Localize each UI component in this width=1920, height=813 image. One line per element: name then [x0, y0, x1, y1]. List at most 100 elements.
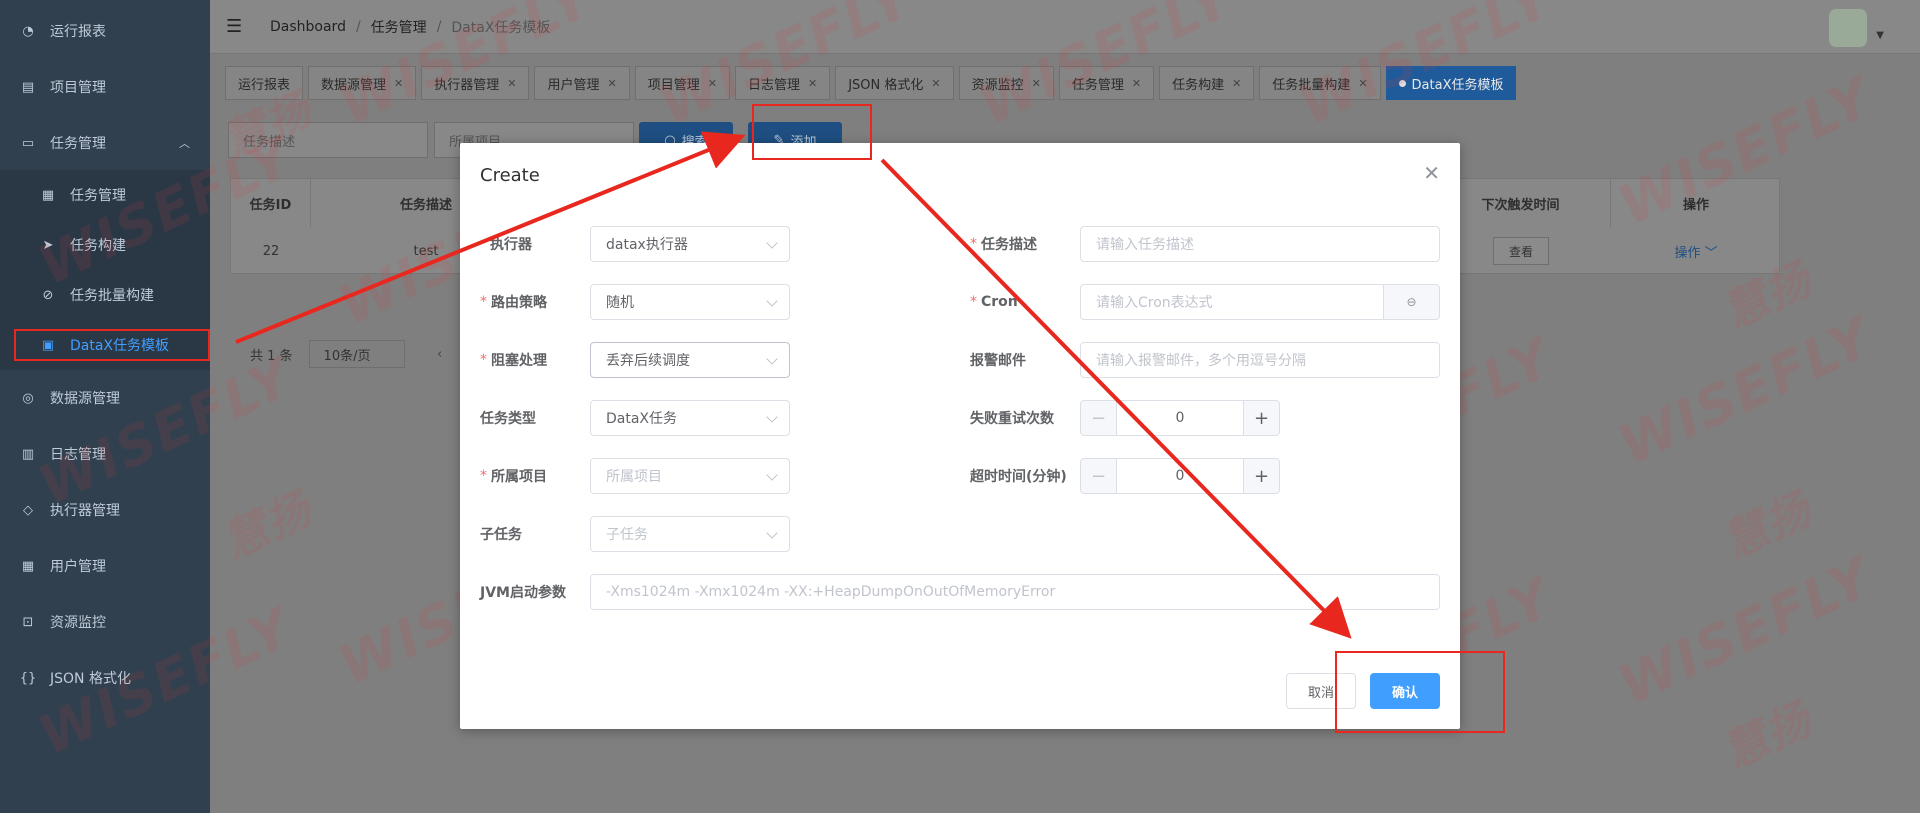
jvm-label: JVM启动参数: [480, 574, 566, 610]
jvm-input[interactable]: -Xms1024m -Xmx1024m -XX:+HeapDumpOnOutOf…: [590, 574, 1440, 610]
sidebar-item-datasource[interactable]: ◎ 数据源管理: [0, 370, 210, 426]
tag-resource[interactable]: 资源监控 ✕: [958, 66, 1054, 100]
tag-json[interactable]: JSON 格式化 ✕: [835, 66, 954, 100]
required-mark: *: [480, 294, 487, 310]
chevron-down-icon: [765, 526, 779, 540]
sidebar-item-user[interactable]: ▦ 用户管理: [0, 538, 210, 594]
label-text: 所属项目: [491, 469, 547, 485]
input-placeholder: -Xms1024m -Xmx1024m -XX:+HeapDumpOnOutOf…: [606, 584, 1056, 600]
minus-icon[interactable]: −: [1081, 401, 1117, 435]
sidebar-item-json[interactable]: {} JSON 格式化: [0, 650, 210, 706]
input-placeholder: 请输入任务描述: [1096, 237, 1194, 253]
label-text: 任务描述: [981, 237, 1037, 253]
op-dropdown[interactable]: 操作: [1674, 242, 1700, 261]
breadcrumb-item[interactable]: 任务管理: [371, 17, 427, 37]
desc-label: * 任务描述: [970, 226, 1037, 262]
tag-task-build[interactable]: 任务构建 ✕: [1159, 66, 1255, 100]
chevron-up-icon: ︿: [179, 137, 190, 150]
tag-label: 数据源管理: [321, 77, 387, 93]
view-button[interactable]: 查看: [1493, 237, 1549, 265]
sidebar-item-label: JSON 格式化: [50, 671, 131, 687]
close-icon[interactable]: ✕: [507, 77, 516, 90]
toggle-icon[interactable]: ⊖: [1383, 285, 1439, 319]
sidebar-item-executor[interactable]: ◇ 执行器管理: [0, 482, 210, 538]
user-grid-icon: ▦: [21, 558, 35, 574]
executor-label: 执行器: [490, 226, 532, 262]
breadcrumb-separator: /: [355, 18, 361, 35]
placeholder: 任务描述: [243, 134, 296, 150]
child-task-select[interactable]: 子任务: [590, 516, 790, 552]
task-type-select[interactable]: DataX任务: [590, 400, 790, 436]
sidebar-item-label: 任务批量构建: [70, 288, 154, 304]
close-icon[interactable]: ✕: [394, 77, 403, 90]
plus-icon[interactable]: +: [1243, 459, 1279, 493]
tag-datasource[interactable]: 数据源管理 ✕: [308, 66, 417, 100]
timeout-stepper[interactable]: − 0 +: [1080, 458, 1280, 494]
tag-log[interactable]: 日志管理 ✕: [734, 66, 831, 100]
annotation-box-add: [752, 104, 872, 160]
sidebar-item-report[interactable]: ◔ 运行报表: [0, 3, 210, 59]
close-icon[interactable]: ✕: [931, 77, 940, 90]
close-icon[interactable]: ✕: [608, 77, 617, 90]
minus-icon[interactable]: −: [1081, 459, 1117, 493]
create-dialog: Create ✕ 执行器 datax执行器 * 路由策略 随机 * 阻塞处理 丢弃后…: [460, 143, 1460, 729]
hamburger-icon[interactable]: ☰: [226, 16, 246, 37]
cron-input[interactable]: 请输入Cron表达式 ⊖: [1080, 284, 1440, 320]
avatar[interactable]: [1828, 8, 1868, 48]
sidebar-item-log[interactable]: ▥ 日志管理: [0, 426, 210, 482]
close-icon[interactable]: ✕: [1132, 77, 1141, 90]
alarm-email-input[interactable]: 请输入报警邮件，多个用逗号分隔: [1080, 342, 1440, 378]
tag-batch-build[interactable]: 任务批量构建 ✕: [1259, 66, 1381, 100]
retry-stepper[interactable]: − 0 +: [1080, 400, 1280, 436]
tag-executor[interactable]: 执行器管理 ✕: [421, 66, 530, 100]
route-select[interactable]: 随机: [590, 284, 790, 320]
close-icon[interactable]: ✕: [708, 77, 717, 90]
sidebar-item-task-management[interactable]: ▭ 任务管理 ︿: [0, 115, 210, 171]
tag-label: JSON 格式化: [848, 77, 924, 93]
task-desc-input[interactable]: 任务描述: [228, 122, 428, 158]
task-desc-field[interactable]: 请输入任务描述: [1080, 226, 1440, 262]
braces-icon: {}: [19, 670, 37, 686]
caret-down-icon[interactable]: ▼: [1876, 30, 1884, 41]
monitor-icon: ▭: [21, 135, 35, 151]
stepper-value: 0: [1175, 410, 1185, 426]
task-type-label: 任务类型: [480, 400, 536, 436]
breadcrumb-separator: /: [436, 18, 442, 35]
sidebar-item-label: 项目管理: [50, 80, 106, 96]
sidebar-item-label: 运行报表: [50, 24, 106, 40]
tag-user[interactable]: 用户管理 ✕: [534, 66, 630, 100]
chevron-down-icon: [765, 236, 779, 250]
sidebar-subitem-batch-build[interactable]: ⊘ 任务批量构建: [0, 270, 210, 320]
tag-report[interactable]: 运行报表: [225, 66, 304, 100]
page-size-label: 10条/页: [323, 348, 371, 364]
required-mark: *: [480, 468, 487, 484]
tag-task-management[interactable]: 任务管理 ✕: [1058, 66, 1155, 100]
label-text: JVM启动参数: [480, 585, 566, 601]
tag-project[interactable]: 项目管理 ✕: [634, 66, 730, 100]
batch-icon: ⊘: [42, 287, 54, 303]
total-count: 共 1 条: [250, 348, 293, 364]
sidebar-item-label: 资源监控: [50, 615, 106, 631]
sidebar-subitem-task-management[interactable]: ▦ 任务管理: [0, 170, 210, 220]
stepper-value: 0: [1175, 468, 1185, 484]
breadcrumb-item[interactable]: Dashboard: [270, 19, 346, 35]
page-size-select[interactable]: 10条/页: [308, 340, 405, 368]
plus-icon[interactable]: +: [1243, 401, 1279, 435]
select-value: 丢弃后续调度: [606, 353, 690, 369]
close-icon[interactable]: ✕: [1232, 77, 1241, 90]
block-select[interactable]: 丢弃后续调度: [590, 342, 790, 378]
sidebar-item-resource[interactable]: ⊡ 资源监控: [0, 594, 210, 650]
tag-datax-template[interactable]: DataX任务模板: [1385, 66, 1517, 100]
close-icon[interactable]: ✕: [808, 77, 817, 90]
project-select-field[interactable]: 所属项目: [590, 458, 790, 494]
close-icon[interactable]: ✕: [1032, 77, 1041, 90]
prev-page-icon[interactable]: ‹: [425, 340, 455, 368]
close-icon[interactable]: ✕: [1423, 161, 1440, 185]
label-text: Cron: [981, 294, 1018, 310]
executor-select[interactable]: datax执行器: [590, 226, 790, 262]
tag-label: 日志管理: [747, 77, 800, 93]
sidebar-subitem-task-build[interactable]: ➤ 任务构建: [0, 220, 210, 270]
sidebar-item-project[interactable]: ▤ 项目管理: [0, 59, 210, 115]
retry-label: 失败重试次数: [970, 400, 1054, 436]
close-icon[interactable]: ✕: [1358, 77, 1367, 90]
